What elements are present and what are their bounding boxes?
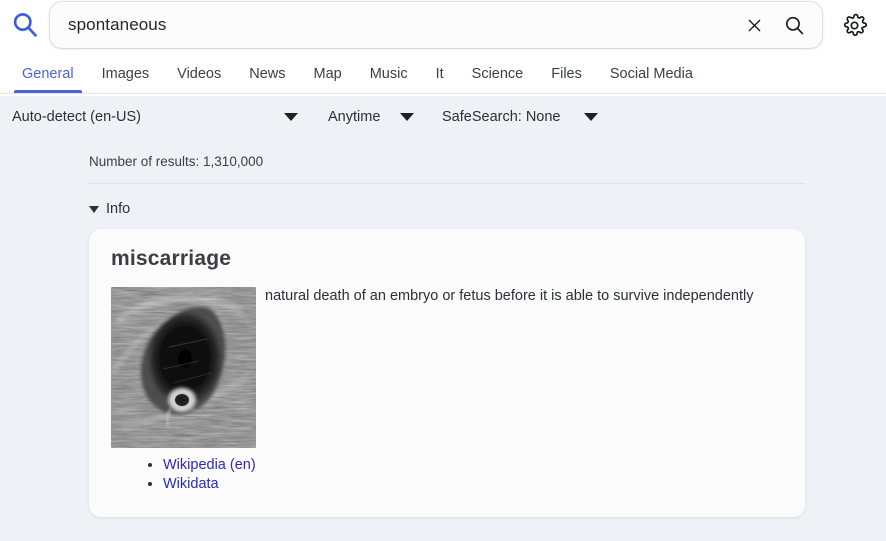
category-tabs: General Images Videos News Map Music It … [0, 50, 886, 94]
language-select-label: Auto-detect (en-US) [12, 109, 141, 125]
tab-label: Images [101, 65, 150, 82]
infobox-card: miscarriage natural death of an embryo o… [89, 229, 805, 518]
tab-general[interactable]: General [8, 65, 88, 94]
infobox-link-wikidata[interactable]: Wikidata [163, 476, 219, 492]
result-count: Number of results: 1,310,000 [89, 154, 264, 169]
tab-label: It [435, 65, 444, 82]
tab-label: News [249, 65, 286, 82]
tab-music[interactable]: Music [356, 65, 422, 94]
info-section-label: Info [106, 201, 131, 217]
tab-videos[interactable]: Videos [163, 65, 235, 94]
tab-label: Map [313, 65, 342, 82]
infobox-link-wikipedia[interactable]: Wikipedia (en) [163, 457, 256, 473]
safesearch-select-label: SafeSearch: None [442, 109, 561, 125]
page-header: General Images Videos News Map Music It … [0, 0, 886, 96]
chevron-down-icon [584, 113, 598, 121]
results-divider [89, 183, 805, 184]
time-range-select-label: Anytime [328, 109, 381, 125]
triangle-down-icon [89, 205, 99, 213]
search-box[interactable] [50, 2, 822, 48]
results-area: Number of results: 1,310,000 Info miscar… [0, 138, 886, 518]
tab-label: Social Media [609, 65, 693, 82]
infobox-description: natural death of an embryo or fetus befo… [265, 288, 754, 304]
search-row [0, 0, 886, 50]
tab-map[interactable]: Map [300, 65, 356, 94]
safesearch-select[interactable]: SafeSearch: None [442, 109, 616, 125]
infobox-body: natural death of an embryo or fetus befo… [111, 287, 783, 448]
search-submit-button[interactable] [774, 5, 814, 45]
tab-it[interactable]: It [422, 65, 458, 94]
tab-images[interactable]: Images [88, 65, 164, 94]
language-select[interactable]: Auto-detect (en-US) [12, 109, 316, 125]
gear-icon[interactable] [836, 7, 872, 43]
list-item: Wikipedia (en) [163, 456, 783, 475]
tab-label: General [22, 65, 74, 82]
tab-label: Music [369, 65, 408, 82]
info-section-toggle[interactable]: Info [89, 201, 130, 217]
ultrasound-scan-image [111, 287, 256, 448]
tab-label: Files [551, 65, 582, 82]
list-item: Wikidata [163, 475, 783, 494]
tab-files[interactable]: Files [537, 65, 596, 94]
filters-row: Auto-detect (en-US) Anytime SafeSearch: … [0, 96, 886, 138]
time-range-select[interactable]: Anytime [328, 109, 432, 125]
clear-search-button[interactable] [734, 5, 774, 45]
infobox-title: miscarriage [111, 247, 232, 270]
infobox-links: Wikipedia (en) Wikidata [111, 456, 783, 493]
tab-science[interactable]: Science [458, 65, 538, 94]
chevron-down-icon [400, 113, 414, 121]
chevron-down-icon [284, 113, 298, 121]
search-input[interactable] [68, 15, 734, 35]
magnifier-logo-icon[interactable] [8, 8, 42, 42]
tab-news[interactable]: News [235, 65, 299, 94]
tab-label: Science [471, 65, 524, 82]
tab-label: Videos [177, 65, 222, 82]
tab-social-media[interactable]: Social Media [596, 65, 707, 94]
